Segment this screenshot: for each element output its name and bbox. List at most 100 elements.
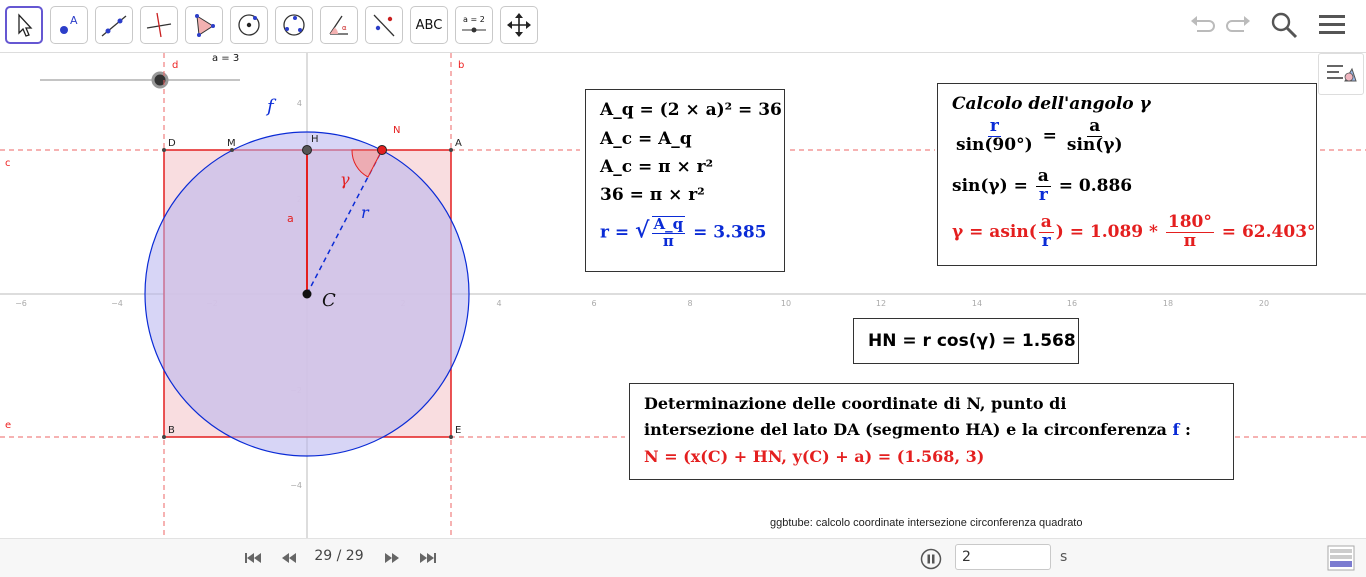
undo-icon xyxy=(1191,16,1215,32)
area-line-4: 36 = π × r² xyxy=(600,185,705,205)
point-E[interactable] xyxy=(449,435,453,439)
point-N[interactable] xyxy=(377,145,387,155)
circle-center-icon xyxy=(238,14,260,36)
undo-button[interactable] xyxy=(1185,8,1219,42)
point-label-N: N xyxy=(393,125,400,136)
first-step-button[interactable] xyxy=(243,548,263,568)
algebra-toggle-button[interactable] xyxy=(1326,544,1356,572)
line-icon xyxy=(101,15,127,37)
f1-den-right: sin(γ) xyxy=(1066,134,1123,155)
x-tick-label: 12 xyxy=(876,299,886,308)
line-label-b: b xyxy=(458,60,464,71)
angle-formula-2: sin(γ) = ar = 0.886 xyxy=(952,167,1132,205)
point-H[interactable] xyxy=(302,145,312,155)
x-tick-label: 14 xyxy=(972,299,982,308)
slider-icon: a = 2 xyxy=(462,15,486,33)
x-tick-label: −4 xyxy=(111,299,123,308)
y-tick-label: −4 xyxy=(290,481,302,490)
f2-den: r xyxy=(1038,184,1048,205)
polygon-icon xyxy=(195,14,215,37)
cursor-arrow-icon xyxy=(18,13,33,37)
f3-mid: ) = 1.089 * xyxy=(1055,221,1158,242)
f1-den-left: sin(90°) xyxy=(956,134,1033,155)
main-menu-button[interactable] xyxy=(1314,8,1350,42)
point-label-A: A xyxy=(455,138,462,149)
skip-to-start-icon xyxy=(245,553,261,563)
coords-line-2c: : xyxy=(1184,420,1191,439)
slider-knob[interactable] xyxy=(151,71,169,89)
coords-line-1: Determinazione delle coordinate di N, pu… xyxy=(644,394,1067,413)
rewind-icon xyxy=(282,553,296,563)
reflect-tool-button[interactable] xyxy=(365,6,403,44)
point-A[interactable] xyxy=(449,148,453,152)
hn-formula-text: HN = r cos(γ) = 1.568 xyxy=(868,331,1076,351)
angle-formula-1: r sin(90°) = a sin(γ) xyxy=(952,117,1127,155)
line-label-c: c xyxy=(5,158,11,169)
point-label-H: H xyxy=(311,134,319,145)
svg-text:α: α xyxy=(342,24,347,32)
style-bar-toggle-button[interactable] xyxy=(1318,53,1364,95)
x-tick-label: 4 xyxy=(496,299,501,308)
angle-formula-3: γ = asin(a r) = 1.089 * 180° π = 62.403° xyxy=(952,213,1316,251)
radius-label-r: r xyxy=(361,203,370,222)
x-tick-label: 18 xyxy=(1163,299,1173,308)
point-label-C: C xyxy=(322,290,336,311)
point-label-E: E xyxy=(455,425,461,436)
f3-lhs: γ = asin( xyxy=(952,221,1037,242)
polygon-tool-button[interactable] xyxy=(185,6,223,44)
next-step-button[interactable] xyxy=(382,548,402,568)
circle-center-tool-button[interactable] xyxy=(230,6,268,44)
move-arrows-icon xyxy=(507,13,531,37)
area-line-3: A_c = π × r² xyxy=(600,157,714,177)
search-button[interactable] xyxy=(1267,8,1301,42)
point-B[interactable] xyxy=(162,435,166,439)
playback-speed-input[interactable] xyxy=(955,544,1051,570)
f3-rhs: = 62.403° xyxy=(1221,221,1316,242)
pause-button[interactable] xyxy=(919,547,943,571)
area-formula-textbox[interactable]: A_q = (2 × a)² = 36 A_c = A_q A_c = π × … xyxy=(585,89,785,272)
text-tool-label: ABC xyxy=(415,17,443,33)
angle-tool-button[interactable]: α xyxy=(320,6,358,44)
line-label-d: d xyxy=(172,60,178,71)
point-label-D: D xyxy=(168,138,176,149)
point-D[interactable] xyxy=(162,148,166,152)
fast-forward-icon xyxy=(385,553,399,563)
redo-button[interactable] xyxy=(1222,8,1256,42)
move-view-tool-button[interactable] xyxy=(500,6,538,44)
perpendicular-line-icon xyxy=(146,12,172,38)
previous-step-button[interactable] xyxy=(279,548,299,568)
step-counter: 29 / 29 xyxy=(314,548,364,564)
redo-icon xyxy=(1226,16,1250,32)
area-line-5: r = √ A_q π = 3.385 xyxy=(600,216,766,250)
playback-bar: 29 / 29 s xyxy=(0,538,1366,577)
point-C[interactable] xyxy=(302,289,312,299)
r-rhs: = 3.385 xyxy=(693,222,767,243)
reflect-icon xyxy=(373,14,395,37)
last-step-button[interactable] xyxy=(418,548,438,568)
algebra-view-icon xyxy=(1327,545,1355,571)
angle-calculation-textbox[interactable]: Calcolo dell'angolo γ r sin(90°) = a sin(γ… xyxy=(937,83,1317,266)
toolbar: A α ABC a = 2 xyxy=(0,0,1366,53)
slider-tool-button[interactable]: a = 2 xyxy=(455,6,493,44)
line-label-e: e xyxy=(5,420,11,431)
move-tool-button[interactable] xyxy=(5,6,43,44)
x-tick-label: 20 xyxy=(1259,299,1269,308)
segment-label-a: a xyxy=(287,212,294,225)
line-tool-button[interactable] xyxy=(95,6,133,44)
circle-three-points-tool-button[interactable] xyxy=(275,6,313,44)
coords-line-2a: intersezione del lato DA (segmento HA) e… xyxy=(644,420,1167,439)
point-label-B: B xyxy=(168,425,175,436)
text-tool-button[interactable]: ABC xyxy=(410,6,448,44)
hn-formula-textbox[interactable]: HN = r cos(γ) = 1.568 xyxy=(853,318,1079,364)
perpendicular-tool-button[interactable] xyxy=(140,6,178,44)
circle-label-f: f xyxy=(265,96,277,117)
f2-lhs: sin(γ) = xyxy=(952,175,1028,196)
x-tick-label: 16 xyxy=(1067,299,1077,308)
x-tick-label: 8 xyxy=(687,299,692,308)
slider-label: a = 3 xyxy=(212,53,239,64)
coordinates-textbox[interactable]: Determinazione delle coordinate di N, pu… xyxy=(629,383,1234,480)
skip-to-end-icon xyxy=(420,553,436,563)
point-tool-button[interactable]: A xyxy=(50,6,88,44)
area-line-1: A_q = (2 × a)² = 36 xyxy=(600,100,782,120)
svg-text:A: A xyxy=(70,14,78,27)
